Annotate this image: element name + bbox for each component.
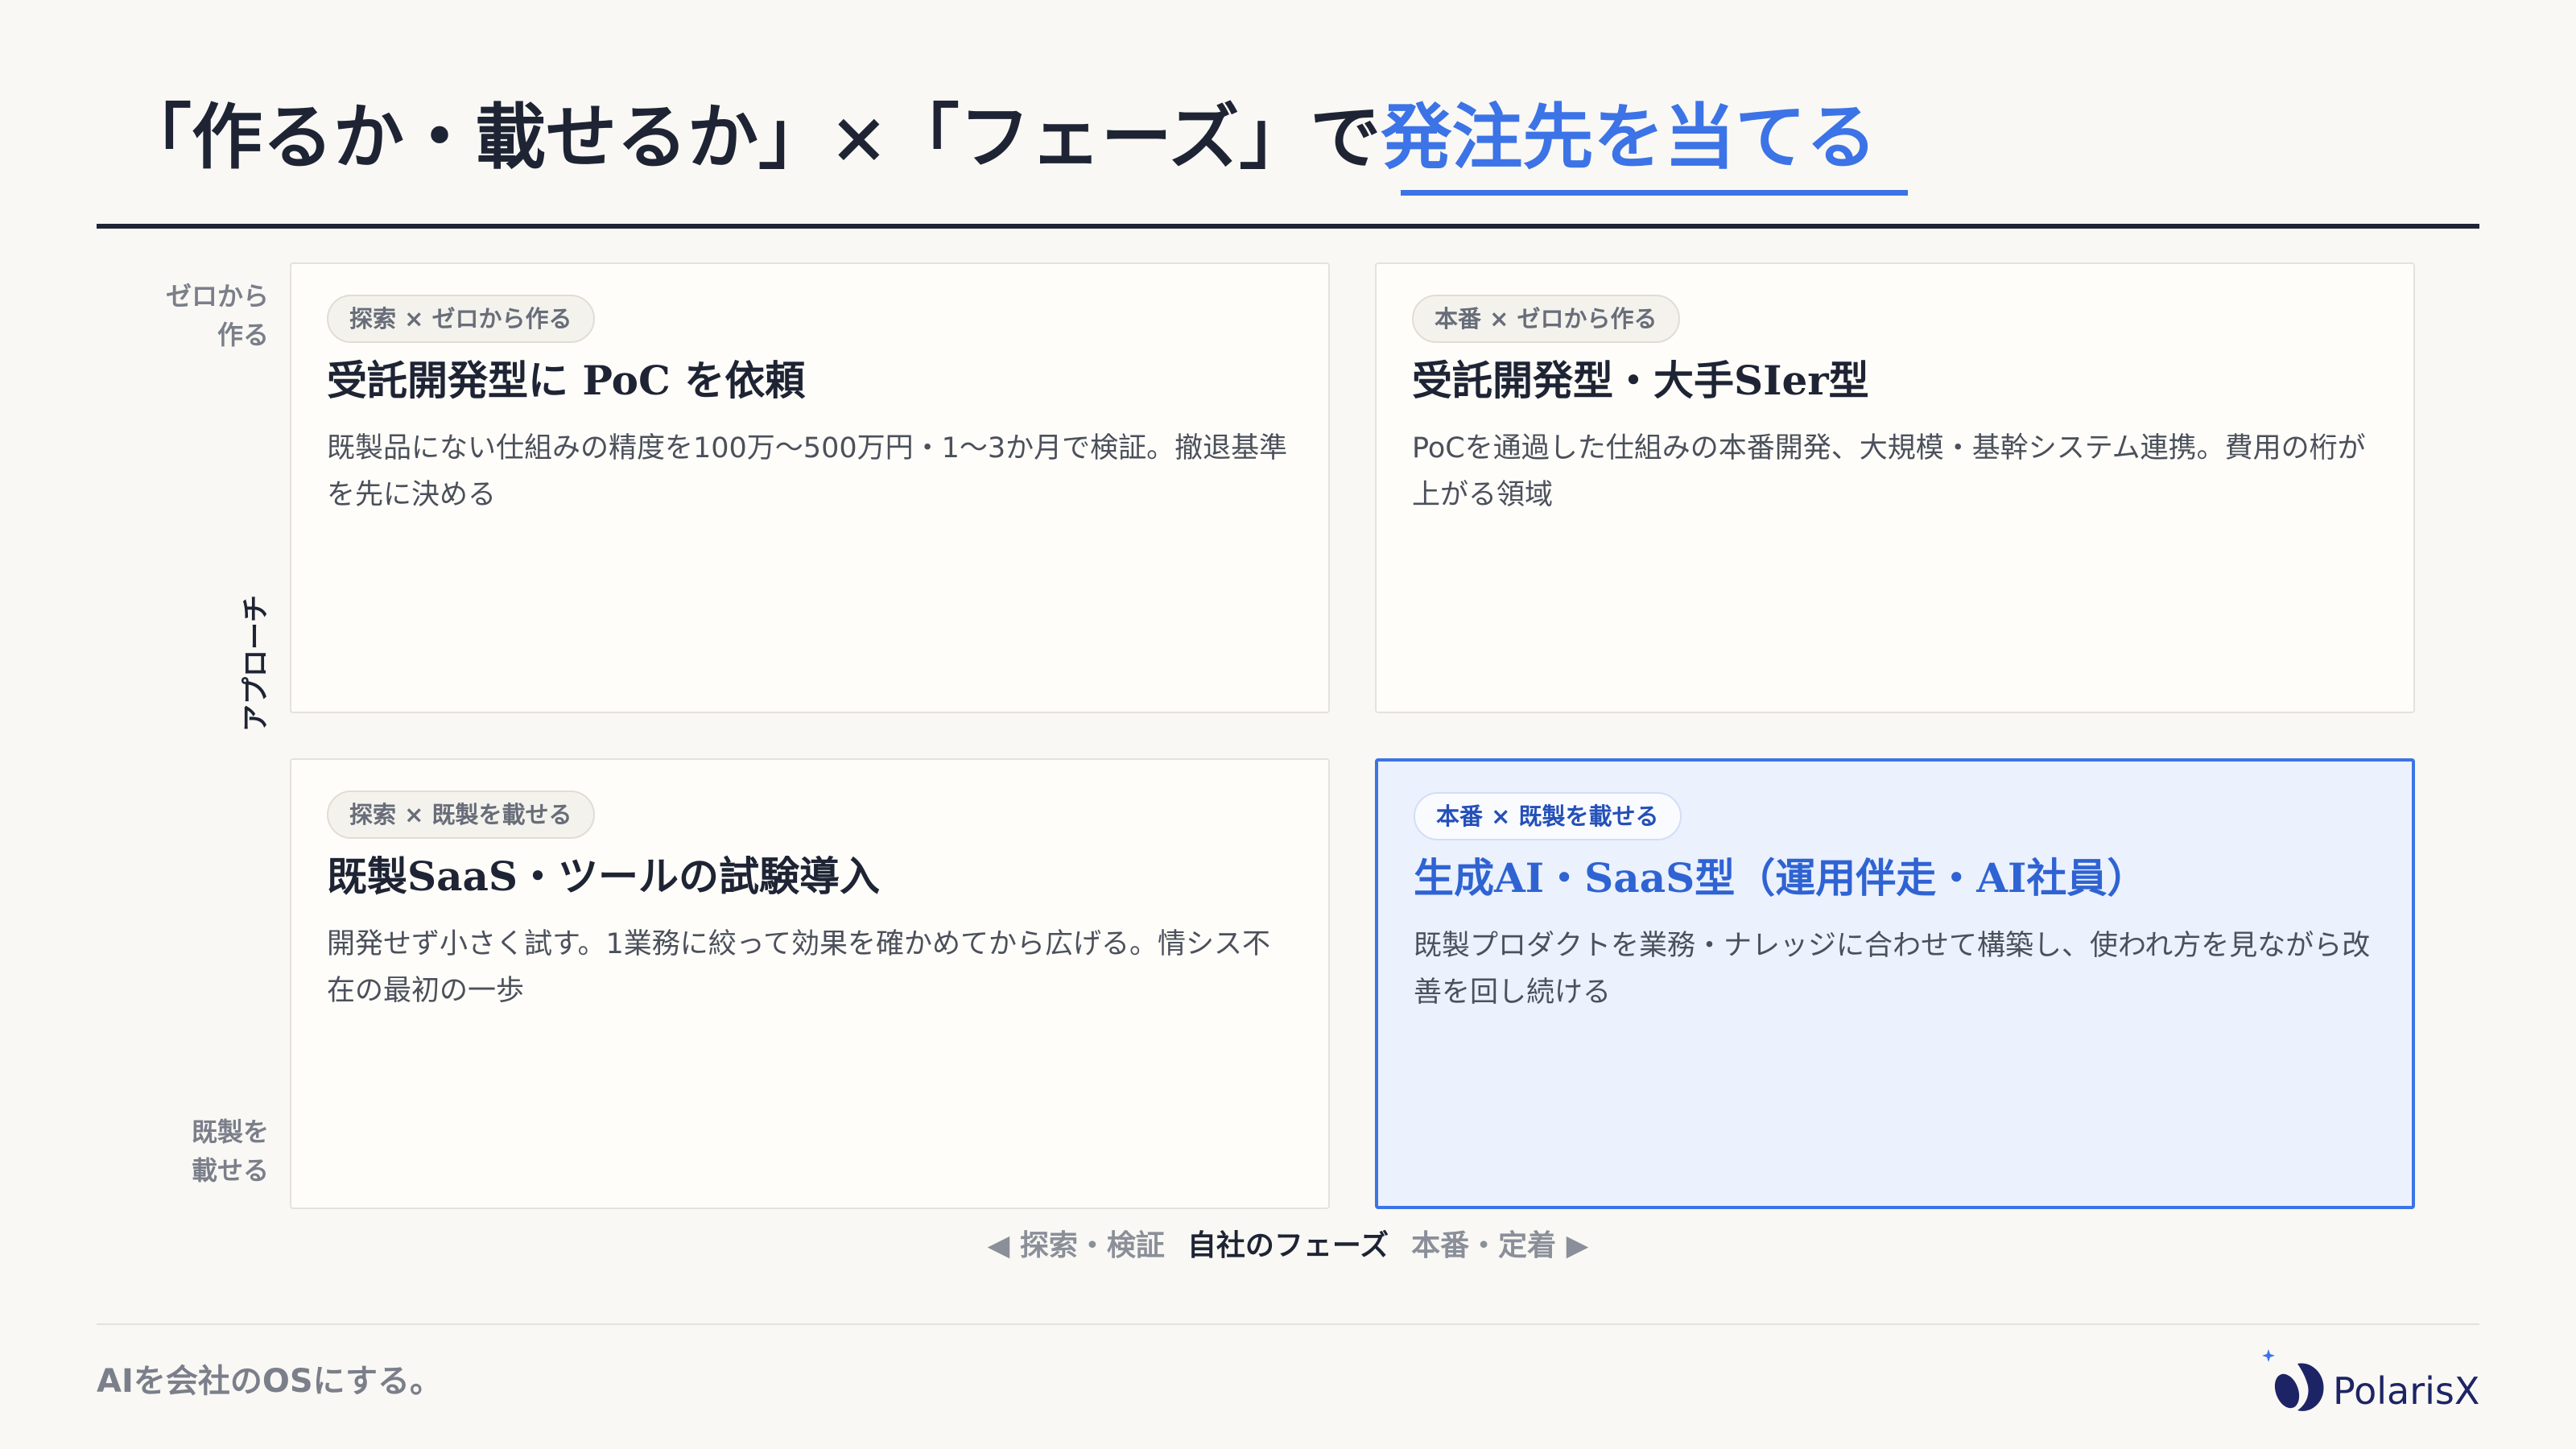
quadrant-production-adopt-highlighted: 本番 × 既製を載せる 生成AI・SaaS型（運用伴走・AI社員） 既製プロダク… bbox=[1375, 758, 2415, 1209]
quadrant-title: 生成AI・SaaS型（運用伴走・AI社員） bbox=[1414, 854, 2148, 902]
brand-logo: PolarisX bbox=[2259, 1346, 2484, 1418]
title-highlight-underline bbox=[1401, 190, 1908, 196]
y-axis-title: アプローチ bbox=[240, 595, 272, 732]
quadrant-tag: 本番 × 既製を載せる bbox=[1414, 792, 1682, 840]
quadrant-tag: 探索 × 既製を載せる bbox=[327, 791, 595, 839]
quadrant-description: PoCを通過した仕組みの本番開発、大規模・基幹システム連携。費用の桁が上がる領域 bbox=[1412, 432, 2366, 511]
brand-name: PolarisX bbox=[2333, 1369, 2480, 1413]
quadrant-tag: 探索 × ゼロから作る bbox=[327, 295, 595, 343]
quadrant-production-build: 本番 × ゼロから作る 受託開発型・大手SIer型 PoCを通過した仕組みの本番… bbox=[1375, 262, 2415, 713]
quadrant-title: 受託開発型・大手SIer型 bbox=[1412, 357, 1869, 404]
quadrant-description: 開発せず小さく試す。1業務に絞って効果を確かめてから広げる。情シス不在の最初の一… bbox=[327, 928, 1271, 1007]
quadrant-title: 受託開発型に PoC を依頼 bbox=[327, 357, 806, 404]
slide-title: 「作るか・載せるか」×「フェーズ」で発注先を当てる bbox=[121, 89, 1876, 185]
x-axis-title: 自社のフェーズ bbox=[1187, 1229, 1389, 1262]
x-axis-left-label: ◀ 探索・検証 bbox=[987, 1229, 1165, 1262]
footer-tagline: AIを会社のOSにする。 bbox=[97, 1363, 443, 1400]
quadrant-description: 既製プロダクトを業務・ナレッジに合わせて構築し、使われ方を見ながら改善を回し続け… bbox=[1414, 930, 2371, 1009]
quadrant-description: 既製品にない仕組みの精度を100万〜500万円・1〜3か月で検証。撤退基準を先に… bbox=[327, 432, 1288, 511]
quadrant-title: 既製SaaS・ツールの試験導入 bbox=[327, 852, 881, 900]
y-axis-bottom-label: 既製を 載せる bbox=[100, 1113, 269, 1190]
x-axis: ◀ 探索・検証 自社のフェーズ 本番・定着 ▶ bbox=[0, 1224, 2576, 1269]
y-axis-top-label: ゼロから 作る bbox=[100, 277, 269, 354]
quadrant-explore-build: 探索 × ゼロから作る 受託開発型に PoC を依頼 既製品にない仕組みの精度を… bbox=[290, 262, 1330, 713]
footer-divider bbox=[97, 1323, 2479, 1325]
y-axis-top-label-text: ゼロから 作る bbox=[165, 281, 269, 350]
slide-title-prefix: 「作るか・載せるか」×「フェーズ」で bbox=[121, 95, 1381, 179]
slide-title-highlight: 発注先を当てる bbox=[1381, 95, 1877, 179]
title-divider bbox=[97, 224, 2479, 229]
quadrant-tag: 本番 × ゼロから作る bbox=[1412, 295, 1680, 343]
polaris-star-icon bbox=[2262, 1349, 2324, 1411]
y-axis-bottom-label-text: 既製を 載せる bbox=[191, 1117, 269, 1186]
quadrant-explore-adopt: 探索 × 既製を載せる 既製SaaS・ツールの試験導入 開発せず小さく試す。1業… bbox=[290, 758, 1330, 1209]
x-axis-right-label: 本番・定着 ▶ bbox=[1411, 1229, 1589, 1262]
